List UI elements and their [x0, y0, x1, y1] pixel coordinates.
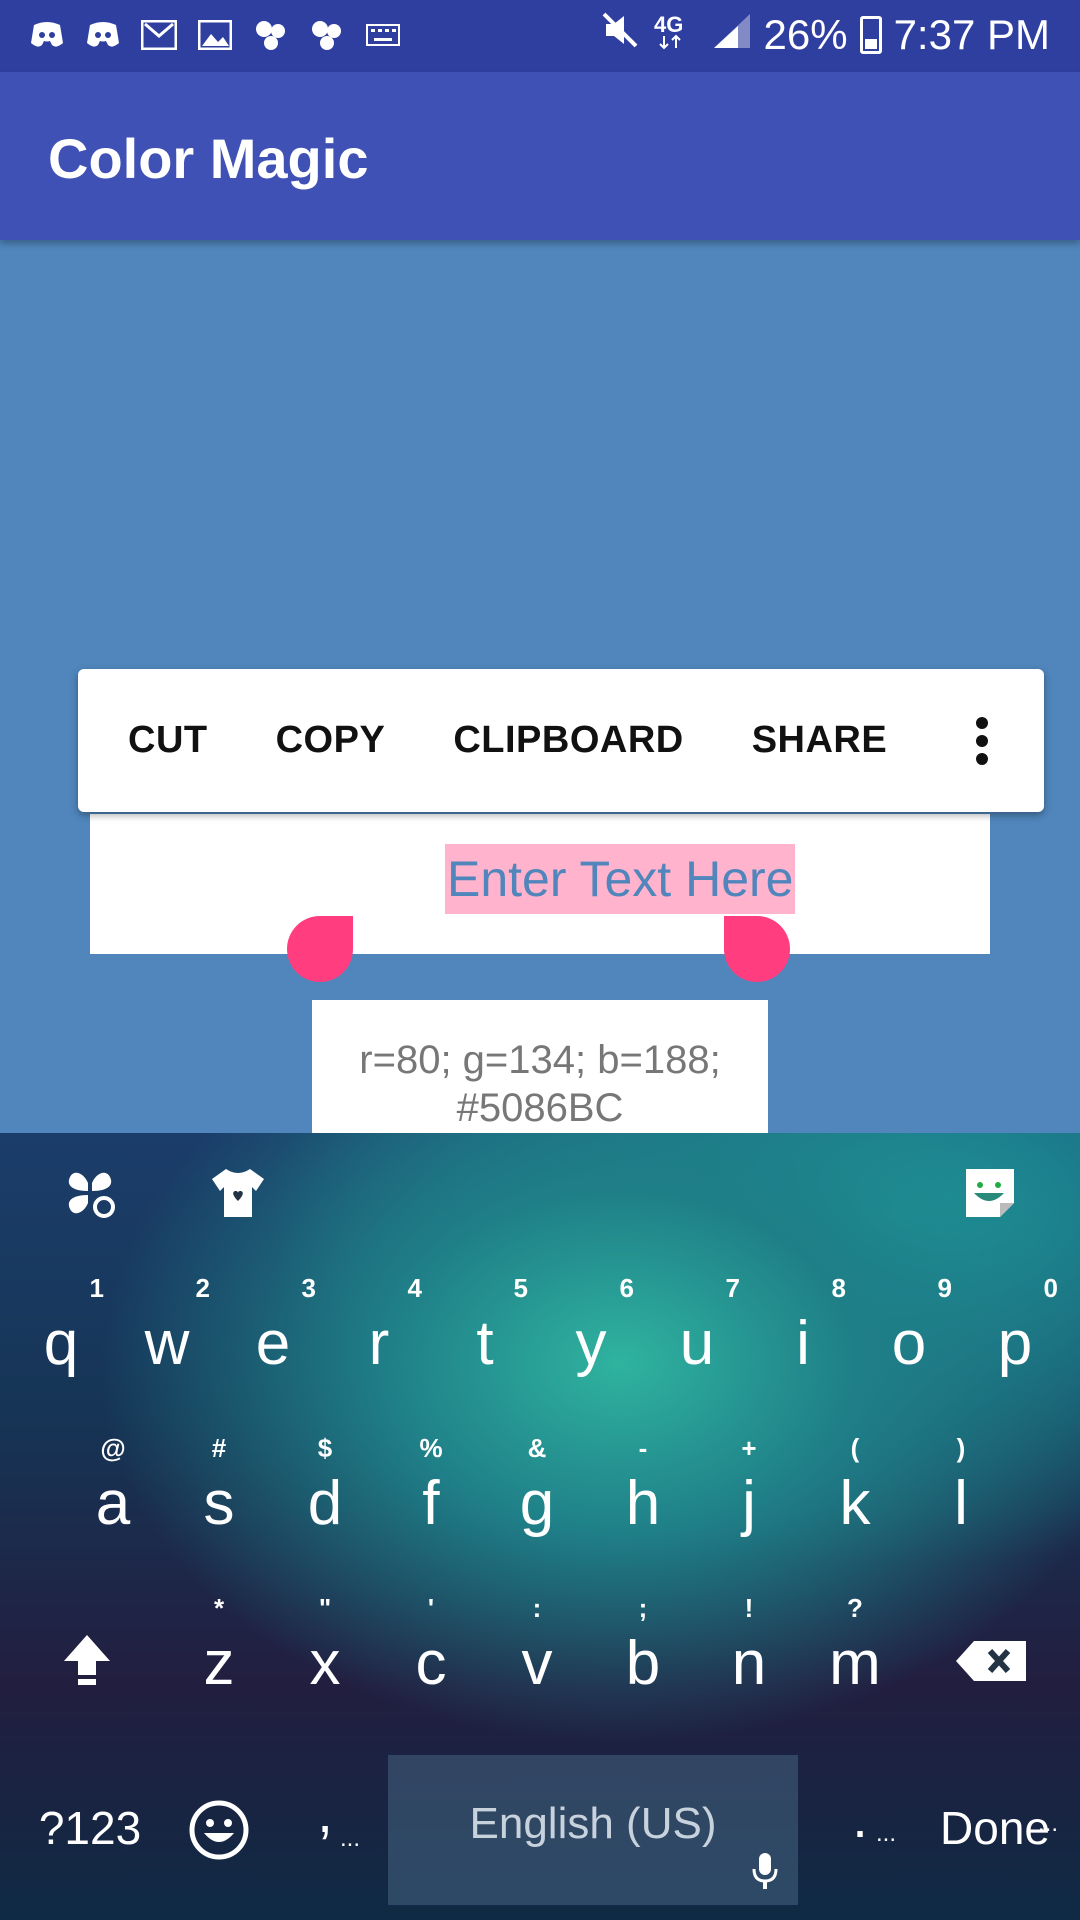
keyboard-icon	[364, 16, 402, 54]
key-r[interactable]: 4r	[326, 1273, 432, 1393]
key-a[interactable]: @ a	[60, 1433, 166, 1553]
key-k[interactable]: (k	[802, 1433, 908, 1553]
more-vert-icon[interactable]	[976, 717, 988, 765]
space-bar[interactable]: English (US)	[388, 1755, 798, 1905]
copy-button[interactable]: COPY	[276, 719, 386, 762]
share-button[interactable]: SHARE	[752, 719, 888, 762]
system-status: 4G 26% 7:37 PM	[600, 10, 1050, 60]
app-icon	[308, 16, 346, 54]
mic-icon	[752, 1853, 778, 1889]
key-g[interactable]: & g	[484, 1433, 590, 1553]
key-f[interactable]: % f	[378, 1433, 484, 1553]
key-w[interactable]: 2w	[114, 1273, 220, 1393]
discord-icon	[28, 16, 66, 54]
key-o[interactable]: 9o	[856, 1273, 962, 1393]
symbols-key[interactable]: ?123	[20, 1773, 160, 1883]
backspace-key[interactable]	[938, 1593, 1058, 1713]
key-t[interactable]: 5t	[432, 1273, 538, 1393]
gallery-icon	[196, 16, 234, 54]
discord-icon	[84, 16, 122, 54]
key-x[interactable]: " x	[272, 1593, 378, 1713]
text-input[interactable]: Enter Text Here	[445, 844, 796, 914]
sticker-icon[interactable]	[960, 1163, 1020, 1223]
theme-shirt-icon[interactable]	[208, 1163, 268, 1223]
apps-icon[interactable]	[60, 1163, 120, 1223]
done-key[interactable]: Done ...	[920, 1773, 1070, 1883]
text-selection-toolbar: CUT COPY CLIPBOARD SHARE	[78, 669, 1044, 812]
key-p[interactable]: 0p	[962, 1273, 1068, 1393]
selection-end-handle[interactable]	[724, 916, 790, 982]
status-bar: 4G 26% 7:37 PM	[0, 0, 1080, 72]
battery-percent: 26%	[763, 11, 848, 58]
key-s[interactable]: # s	[166, 1433, 272, 1553]
selection-start-handle[interactable]	[287, 916, 353, 982]
hex-value: #5086BC	[456, 1086, 624, 1130]
key-c[interactable]: ' c	[378, 1593, 484, 1713]
cut-button[interactable]: CUT	[128, 719, 208, 762]
app-bar: Color Magic	[0, 72, 1080, 240]
backspace-icon	[956, 1641, 1026, 1681]
svg-text:4G: 4G	[654, 12, 683, 37]
soft-keyboard: 1q 2w 3e 4r 5t 6y 7u 8i 9o 0p @ a # s $ d %…	[0, 1133, 1080, 1920]
shift-key[interactable]	[32, 1593, 142, 1713]
clipboard-button[interactable]: CLIPBOARD	[453, 719, 683, 762]
notification-icons	[28, 16, 402, 54]
key-e[interactable]: 3e	[220, 1273, 326, 1393]
text-field-card: Enter Text Here	[90, 814, 990, 954]
app-icon	[252, 16, 290, 54]
comma-key[interactable]: , ...	[290, 1773, 360, 1883]
color-readout: r=80; g=134; b=188; #5086BC	[312, 1000, 768, 1133]
key-b[interactable]: ; b	[590, 1593, 696, 1713]
keyboard-toolbar	[0, 1133, 1080, 1253]
rgb-values: r=80; g=134; b=188;	[359, 1038, 721, 1082]
app-title: Color Magic	[48, 127, 369, 190]
key-l[interactable]: ) l	[908, 1433, 1014, 1553]
key-y[interactable]: 6y	[538, 1273, 644, 1393]
period-key[interactable]: . ...	[820, 1773, 900, 1883]
key-v[interactable]: :v	[484, 1593, 590, 1713]
space-bar-label: English (US)	[469, 1799, 717, 1848]
key-j[interactable]: + j	[696, 1433, 802, 1553]
key-q[interactable]: 1q	[8, 1273, 114, 1393]
signal-icon	[712, 10, 752, 60]
battery-icon	[859, 16, 882, 54]
key-m[interactable]: ? m	[802, 1593, 908, 1713]
mute-icon	[600, 10, 640, 60]
key-n[interactable]: ! n	[696, 1593, 802, 1713]
key-i[interactable]: 8i	[750, 1273, 856, 1393]
key-z[interactable]: * z	[166, 1593, 272, 1713]
key-d[interactable]: $ d	[272, 1433, 378, 1553]
shift-icon	[64, 1635, 110, 1685]
network-4g-lte-icon: 4G	[652, 10, 700, 60]
emoji-key[interactable]	[180, 1773, 260, 1883]
clock: 7:37 PM	[893, 11, 1050, 58]
emoji-icon	[189, 1800, 249, 1860]
gmail-icon	[140, 16, 178, 54]
key-u[interactable]: 7u	[644, 1273, 750, 1393]
key-h[interactable]: -h	[590, 1433, 696, 1553]
